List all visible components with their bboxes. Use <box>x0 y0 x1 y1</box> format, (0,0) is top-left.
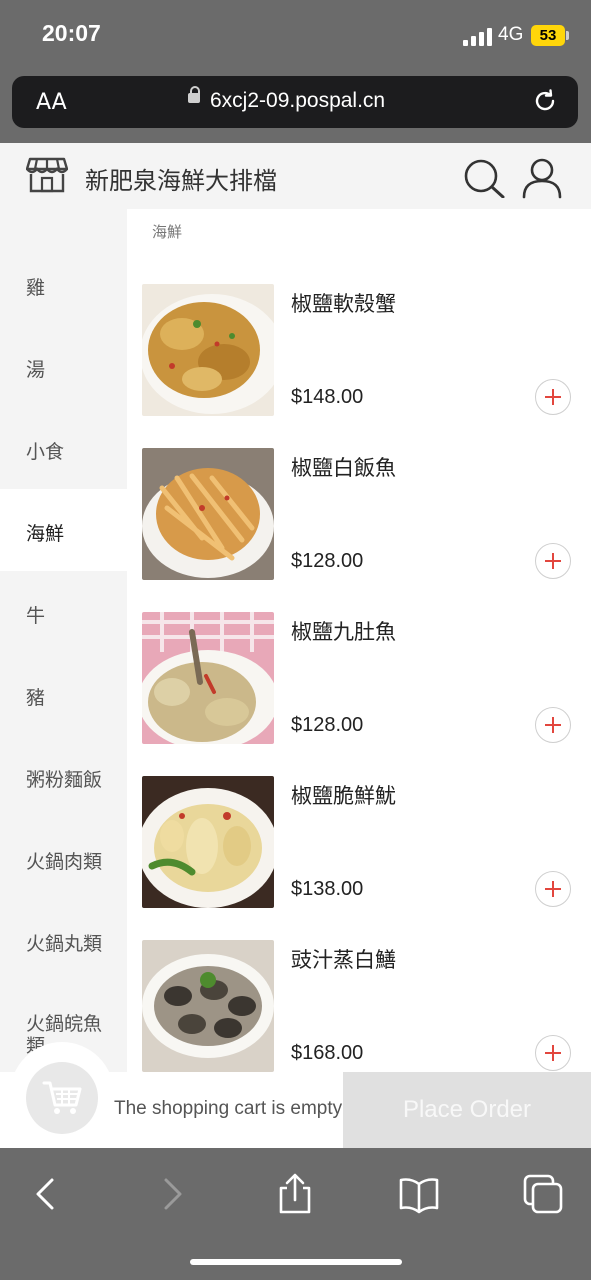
product-price: $148.00 <box>291 386 364 408</box>
product-item[interactable]: 椒鹽九肚魚 $128.00 <box>127 612 591 776</box>
product-image-crispy-squid[interactable] <box>142 776 274 908</box>
category-sidebar: 升 雞 湯 小食 海鮮 牛 豬 粥粉麵飯 火鍋肉類 火鍋丸類 火鍋皖魚 類 <box>0 209 127 1072</box>
product-item[interactable]: 椒鹽軟殼蟹 $148.00 <box>127 284 591 448</box>
product-name: 豉汁蒸白鱔 <box>291 948 396 972</box>
signal-icon <box>463 28 493 46</box>
url-text[interactable]: 6xcj2-09.pospal.cn <box>210 89 385 113</box>
text-size-label: AA <box>36 90 67 115</box>
product-price: $138.00 <box>291 878 364 900</box>
sidebar-item-label: 雞 <box>26 277 46 299</box>
sidebar-item-seafood[interactable]: 海鮮 <box>0 489 127 571</box>
product-list: 海鮮 椒鹽軟殼蟹 $148.00 椒鹽白飯魚 $128.00 椒鹽九肚魚 $12… <box>127 209 591 1072</box>
product-image-steamed-eel[interactable] <box>142 940 274 1072</box>
product-name: 椒鹽軟殼蟹 <box>291 292 396 316</box>
sidebar-item-pork[interactable]: 豬 <box>0 653 127 735</box>
user-icon[interactable] <box>520 157 564 199</box>
store-icon <box>26 157 68 193</box>
add-to-cart-button[interactable] <box>535 1035 571 1071</box>
sidebar-item-label: 湯 <box>26 359 46 381</box>
status-time: 20:07 <box>42 20 101 46</box>
reload-icon[interactable] <box>532 88 558 114</box>
product-name: 椒鹽白飯魚 <box>291 456 396 480</box>
sidebar-item-label: 海鮮 <box>26 523 65 545</box>
store-header: 新肥泉海鮮大排檔 <box>0 143 591 209</box>
place-order-button[interactable]: Place Order <box>343 1072 591 1148</box>
add-to-cart-button[interactable] <box>535 543 571 579</box>
sidebar-item-soup[interactable]: 湯 <box>0 325 127 407</box>
battery-icon: 53 <box>531 25 565 46</box>
sidebar-item-label: 牛 <box>26 605 46 627</box>
search-icon[interactable] <box>462 158 506 198</box>
home-indicator[interactable] <box>190 1259 402 1265</box>
sidebar-item-congee-noodles-rice[interactable]: 粥粉麵飯 <box>0 735 127 817</box>
product-image-bombay-duck[interactable] <box>142 612 274 744</box>
battery-nub <box>566 31 569 40</box>
sidebar-item-label: 火鍋丸類 <box>26 933 103 955</box>
tabs-icon[interactable] <box>521 1172 565 1216</box>
lock-icon <box>188 86 200 103</box>
sidebar-item-label: 豬 <box>26 687 46 709</box>
store-name: 新肥泉海鮮大排檔 <box>85 167 277 195</box>
product-name: 椒鹽九肚魚 <box>291 620 396 644</box>
text-size-button[interactable]: AA <box>36 90 67 115</box>
forward-icon[interactable] <box>150 1172 194 1216</box>
share-icon[interactable] <box>273 1172 317 1216</box>
section-title: 海鮮 <box>152 223 183 241</box>
shopping-cart-icon <box>42 1081 82 1114</box>
cart-button[interactable] <box>26 1062 98 1134</box>
sidebar-item-label: 火鍋肉類 <box>26 851 103 873</box>
address-bar[interactable]: AA 6xcj2-09.pospal.cn <box>12 76 578 128</box>
product-price: $128.00 <box>291 714 364 736</box>
sidebar-item-label: 小食 <box>26 441 65 463</box>
product-image-white-rice-fish[interactable] <box>142 448 274 580</box>
sidebar-item-snacks[interactable]: 小食 <box>0 407 127 489</box>
sidebar-item-hotpot-meat[interactable]: 火鍋肉類 <box>0 817 127 899</box>
sidebar-item-label: 升 <box>26 209 45 210</box>
network-type: 4G <box>498 24 524 45</box>
add-to-cart-button[interactable] <box>535 707 571 743</box>
product-price: $128.00 <box>291 550 364 572</box>
product-image-soft-shell-crab[interactable] <box>142 284 274 416</box>
product-price: $168.00 <box>291 1042 364 1064</box>
product-item[interactable]: 椒鹽脆鮮魷 $138.00 <box>127 776 591 940</box>
product-item[interactable]: 豉汁蒸白鱔 $168.00 <box>127 940 591 1072</box>
sidebar-item-chicken[interactable]: 雞 <box>0 243 127 325</box>
cart-status-text: The shopping cart is empty <box>114 1098 343 1119</box>
sidebar-item-hotpot-balls[interactable]: 火鍋丸類 <box>0 899 127 981</box>
add-to-cart-button[interactable] <box>535 871 571 907</box>
sidebar-item-beef[interactable]: 牛 <box>0 571 127 653</box>
add-to-cart-button[interactable] <box>535 379 571 415</box>
bookmarks-icon[interactable] <box>397 1172 441 1216</box>
sidebar-item-label: 粥粉麵飯 <box>26 769 103 791</box>
back-icon[interactable] <box>26 1172 70 1216</box>
product-item[interactable]: 椒鹽白飯魚 $128.00 <box>127 448 591 612</box>
product-name: 椒鹽脆鮮魷 <box>291 784 396 808</box>
